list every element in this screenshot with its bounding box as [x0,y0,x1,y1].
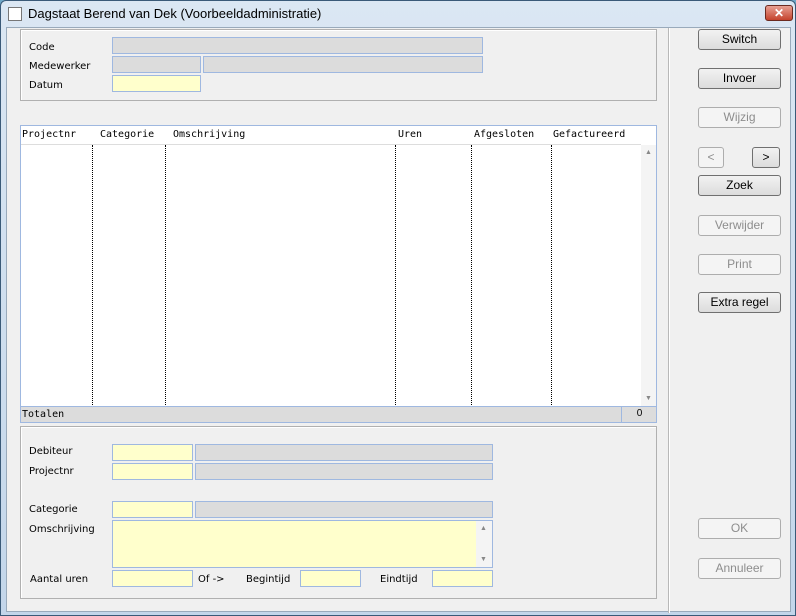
categorie-label: Categorie [29,504,78,515]
debiteur-name-field[interactable] [195,444,493,461]
invoer-button[interactable]: Invoer [698,68,781,89]
extra-regel-button[interactable]: Extra regel [698,292,781,313]
begintijd-field[interactable] [300,570,361,587]
eindtijd-field[interactable] [432,570,493,587]
header-divider [21,144,641,145]
totals-row: Totalen 0 [20,406,657,423]
column-header-uren[interactable]: Uren [398,129,422,140]
print-button[interactable]: Print [698,254,781,275]
previous-button[interactable]: < [698,147,724,168]
debiteur-field[interactable] [112,444,193,461]
begintijd-label: Begintijd [246,574,291,585]
datum-label: Datum [29,80,63,91]
next-button[interactable]: > [752,147,780,168]
window: Dagstaat Berend van Dek (Voorbeeldadmini… [0,0,796,616]
aantal-uren-field[interactable] [112,570,193,587]
ok-button[interactable]: OK [698,518,781,539]
column-header-gefactureerd[interactable]: Gefactureerd [553,129,625,140]
totals-label: Totalen [22,409,65,420]
column-header-afgesloten[interactable]: Afgesloten [474,129,534,140]
annuleer-button[interactable]: Annuleer [698,558,781,579]
column-divider [551,145,552,407]
column-divider [165,145,166,407]
title-bar: Dagstaat Berend van Dek (Voorbeeldadmini… [1,1,795,27]
totals-value: 0 [621,406,657,423]
projectnr-name-field[interactable] [195,463,493,480]
verwijder-button[interactable]: Verwijder [698,215,781,236]
eindtijd-label: Eindtijd [380,574,418,585]
table-scrollbar[interactable]: ▲ ▼ [641,145,656,406]
column-divider [92,145,93,407]
scroll-down-icon[interactable]: ▼ [645,395,652,402]
debiteur-label: Debiteur [29,446,73,457]
code-field[interactable] [112,37,483,54]
column-divider [471,145,472,407]
of-label: Of -> [198,574,225,585]
medewerker-name-field[interactable] [203,56,483,73]
column-header-projectnr[interactable]: Projectnr [22,129,76,140]
categorie-field[interactable] [112,501,193,518]
zoek-button[interactable]: Zoek [698,175,781,196]
scroll-down-icon[interactable]: ▼ [480,556,487,563]
omschrijving-label: Omschrijving [29,524,95,535]
column-divider [395,145,396,407]
column-header-omschrijving[interactable]: Omschrijving [173,129,245,140]
app-icon [8,7,22,21]
code-label: Code [29,42,55,53]
window-title: Dagstaat Berend van Dek (Voorbeeldadmini… [28,6,322,21]
panel-divider [668,28,669,613]
scroll-up-icon[interactable]: ▲ [645,149,652,156]
categorie-name-field[interactable] [195,501,493,518]
textarea-scrollbar[interactable]: ▲ ▼ [476,521,492,567]
client-area: Code Medewerker Datum Projectnr Categori… [6,27,791,613]
aantal-uren-label: Aantal uren [30,574,89,585]
close-button[interactable]: ✕ [765,5,793,21]
column-header-categorie[interactable]: Categorie [100,129,154,140]
wijzig-button[interactable]: Wijzig [698,107,781,128]
projectnr-label: Projectnr [29,466,74,477]
datum-field[interactable] [112,75,201,92]
projectnr-field[interactable] [112,463,193,480]
entries-table: Projectnr Categorie Omschrijving Uren Af… [20,125,657,422]
omschrijving-textarea[interactable]: ▲ ▼ [112,520,493,568]
switch-button[interactable]: Switch [698,29,781,50]
medewerker-code-field[interactable] [112,56,201,73]
scroll-up-icon[interactable]: ▲ [480,525,487,532]
medewerker-label: Medewerker [29,61,91,72]
